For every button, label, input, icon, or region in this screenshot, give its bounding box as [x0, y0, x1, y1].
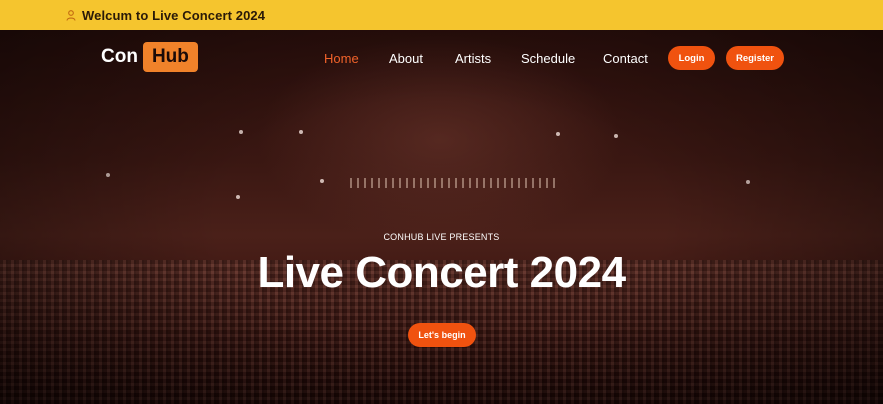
site-logo[interactable]: Con Hub: [101, 42, 198, 72]
user-icon: [66, 9, 76, 21]
nav-link-schedule[interactable]: Schedule: [521, 51, 575, 66]
nav-link-artists[interactable]: Artists: [455, 51, 491, 66]
announcement-bar: Welcum to Live Concert 2024: [0, 0, 883, 30]
logo-text-con: Con: [101, 46, 138, 67]
hero-title: Live Concert 2024: [257, 248, 626, 297]
register-button[interactable]: Register: [726, 46, 784, 70]
nav-link-contact[interactable]: Contact: [603, 51, 648, 66]
welcome-text: Welcum to Live Concert 2024: [82, 7, 266, 23]
logo-text-hub: Hub: [142, 42, 198, 72]
lets-begin-button[interactable]: Let's begin: [408, 323, 476, 347]
nav-link-home[interactable]: Home: [324, 51, 359, 66]
main-navbar: Con Hub Home About Artists Schedule Cont…: [0, 30, 883, 88]
hero-eyebrow: CONHUB LIVE PRESENTS: [383, 232, 500, 242]
login-button[interactable]: Login: [668, 46, 715, 70]
nav-link-about[interactable]: About: [389, 51, 423, 66]
